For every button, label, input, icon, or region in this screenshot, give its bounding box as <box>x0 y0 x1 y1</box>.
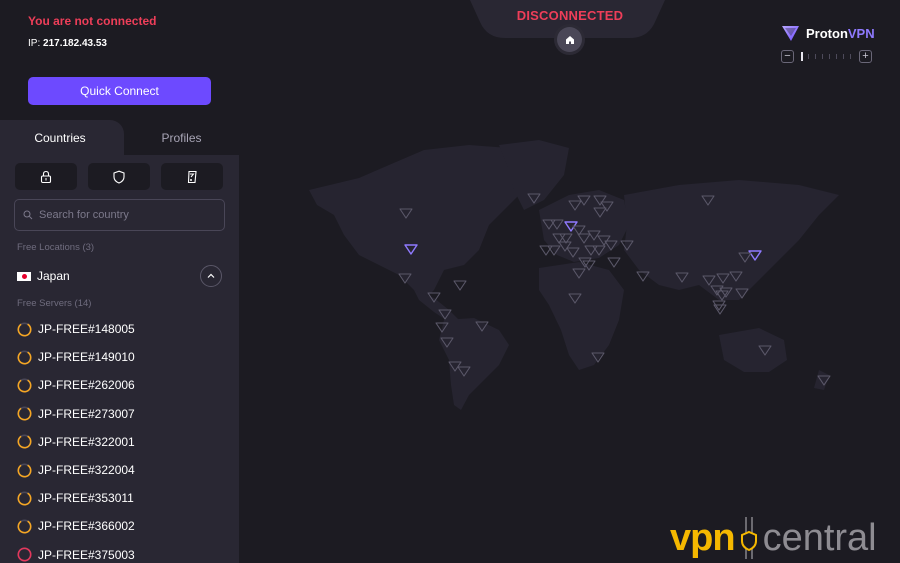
server-marker[interactable] <box>607 257 621 268</box>
streaming-filter-button[interactable] <box>161 163 223 190</box>
server-load-icon <box>17 322 32 336</box>
vpncentral-watermark: vpn central <box>670 517 877 559</box>
home-icon <box>565 35 574 44</box>
server-load-icon <box>17 434 32 449</box>
brand-name-vpn: VPN <box>847 26 875 41</box>
server-name: JP-FREE#353011 <box>38 491 134 506</box>
server-name: JP-FREE#149010 <box>38 350 135 365</box>
server-name: JP-FREE#366002 <box>38 519 135 534</box>
zoom-out-button[interactable]: − <box>781 50 794 63</box>
server-marker[interactable] <box>713 304 727 315</box>
server-load-icon <box>17 406 32 421</box>
country-search[interactable] <box>14 199 225 231</box>
server-name: JP-FREE#322004 <box>38 463 135 477</box>
world-map[interactable] <box>239 0 900 563</box>
ip-value: 217.182.43.53 <box>43 38 107 49</box>
watermark-vpn: vpn <box>670 516 736 559</box>
server-load-icon <box>17 519 32 534</box>
zoom-slider-thumb[interactable] <box>801 52 803 61</box>
server-load-icon <box>17 378 32 393</box>
sidebar: You are not connected IP: 217.182.43.53 … <box>0 0 239 563</box>
collapse-country-button[interactable] <box>200 265 222 287</box>
brand-name-proton: Proton <box>806 26 848 41</box>
streaming-device-icon <box>187 170 197 183</box>
netshield-filter-button[interactable] <box>88 163 150 190</box>
search-icon <box>23 210 33 220</box>
server-name: JP-FREE#262006 <box>38 378 135 393</box>
connection-header: You are not connected IP: 217.182.43.53 … <box>0 0 239 120</box>
server-row[interactable]: JP-FREE#273007 <box>0 400 239 428</box>
free-locations-label: Free Locations (3) <box>17 242 95 253</box>
continents <box>309 140 839 410</box>
feature-filters <box>15 163 224 190</box>
server-row[interactable]: JP-FREE#149010 <box>0 343 239 371</box>
japan-flag-icon <box>17 271 31 281</box>
tab-countries[interactable]: Countries <box>0 120 124 156</box>
zoom-slider-track[interactable] <box>800 53 853 60</box>
shield-icon <box>113 170 125 184</box>
server-row[interactable]: JP-FREE#322001 <box>0 428 239 456</box>
server-load-icon <box>17 547 32 562</box>
world-map-canvas <box>309 140 839 410</box>
continent-asia <box>624 180 839 300</box>
server-row[interactable]: JP-FREE#375003 <box>0 541 239 563</box>
country-row-japan[interactable]: Japan <box>0 261 239 291</box>
map-zoom-control: − + <box>781 50 873 63</box>
server-load-icon <box>17 491 32 506</box>
server-row[interactable]: JP-FREE#353011 <box>0 484 239 512</box>
protonvpn-app: DISCONNECTED Proton VPN − + vpn central … <box>0 0 900 563</box>
continent-central-america <box>414 290 459 322</box>
server-row[interactable]: JP-FREE#322004 <box>0 456 239 484</box>
sidebar-tabs: Countries Profiles <box>0 120 239 156</box>
continent-south-america <box>439 318 509 410</box>
zoom-in-button[interactable]: + <box>859 50 872 63</box>
server-load-icon <box>17 463 32 477</box>
protonvpn-logo: Proton VPN <box>781 25 875 42</box>
server-row[interactable]: JP-FREE#262006 <box>0 371 239 399</box>
server-marker[interactable] <box>539 245 553 256</box>
secure-core-filter-button[interactable] <box>15 163 77 190</box>
connection-status-label: DISCONNECTED <box>516 8 624 23</box>
quick-connect-button[interactable]: Quick Connect <box>28 77 211 105</box>
countries-panel: Free Locations (3) Japan Free Servers (1… <box>0 155 239 563</box>
continent-africa <box>539 262 624 370</box>
chevron-up-icon <box>207 273 215 278</box>
search-input[interactable] <box>39 209 219 221</box>
protonvpn-logo-icon <box>782 26 799 41</box>
server-name: JP-FREE#148005 <box>38 322 135 336</box>
ip-label: IP: <box>28 38 41 49</box>
free-servers-label: Free Servers (14) <box>17 298 92 309</box>
server-marker[interactable] <box>453 280 467 291</box>
country-name: Japan <box>37 269 70 283</box>
server-name: JP-FREE#273007 <box>38 406 135 421</box>
server-name: JP-FREE#322001 <box>38 434 135 449</box>
watermark-shield-icon <box>740 517 757 559</box>
tab-profiles[interactable]: Profiles <box>124 120 239 155</box>
continent-australia <box>719 328 787 372</box>
server-row[interactable]: JP-FREE#148005 <box>0 315 239 343</box>
lock-icon <box>40 170 52 183</box>
server-load-icon <box>17 350 32 365</box>
watermark-central: central <box>762 516 877 559</box>
server-name: JP-FREE#375003 <box>38 547 135 562</box>
ip-address: IP: 217.182.43.53 <box>28 38 107 49</box>
connection-status-text: You are not connected <box>28 14 157 28</box>
server-row[interactable]: JP-FREE#366002 <box>0 512 239 540</box>
continent-north-america <box>309 145 539 300</box>
home-button[interactable] <box>557 27 582 52</box>
